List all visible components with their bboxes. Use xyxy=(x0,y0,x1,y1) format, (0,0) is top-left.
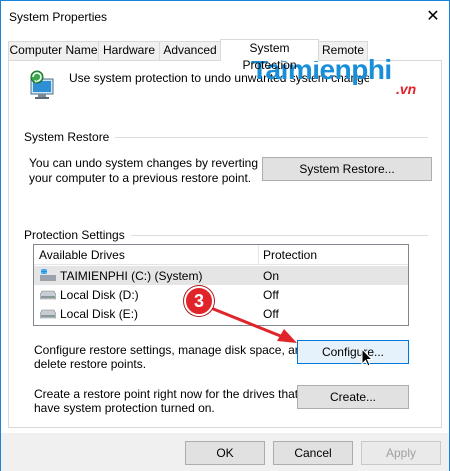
hard-drive-icon xyxy=(40,309,56,319)
configure-button[interactable]: Configure... xyxy=(297,340,409,364)
ok-button[interactable]: OK xyxy=(185,441,265,465)
step-badge: 3 xyxy=(184,286,214,316)
create-description-1: Create a restore point right now for the… xyxy=(34,387,299,401)
system-properties-window: System Properties ✕ Computer Name Hardwa… xyxy=(0,0,450,471)
tab-computer-name[interactable]: Computer Name xyxy=(8,41,99,60)
drive-protection: Off xyxy=(263,307,279,321)
hard-drive-icon xyxy=(40,290,56,300)
table-row[interactable]: TAIMIENPHI (C:) (System) On xyxy=(34,266,408,285)
tab-system-protection[interactable]: System Protection xyxy=(220,39,319,72)
create-button[interactable]: Create... xyxy=(297,385,409,409)
create-description-2: have system protection turned on. xyxy=(34,401,215,415)
system-restore-group: System Restore xyxy=(24,130,428,144)
table-row[interactable]: Local Disk (E:) Off xyxy=(34,304,408,323)
apply-button[interactable]: Apply xyxy=(361,441,441,465)
cancel-button[interactable]: Cancel xyxy=(273,441,353,465)
system-restore-label: System Restore xyxy=(24,130,116,144)
table-row[interactable]: Local Disk (D:) Off xyxy=(34,285,408,304)
configure-description-1: Configure restore settings, manage disk … xyxy=(34,343,309,357)
window-title: System Properties xyxy=(9,10,108,24)
drive-protection: Off xyxy=(263,288,279,302)
close-icon[interactable]: ✕ xyxy=(419,5,447,29)
system-restore-description-2: your computer to a previous restore poin… xyxy=(29,171,252,185)
system-restore-description-1: You can undo system changes by reverting xyxy=(29,156,259,170)
column-protection[interactable]: Protection xyxy=(263,248,317,262)
drives-table-header: Available Drives Protection xyxy=(34,245,408,265)
system-protection-icon xyxy=(30,70,54,99)
windows-drive-icon xyxy=(40,269,56,281)
drive-name: Local Disk (D:) xyxy=(60,288,139,302)
drives-table[interactable]: Available Drives Protection TAIMIENPHI (… xyxy=(33,244,409,326)
system-restore-button[interactable]: System Restore... xyxy=(262,157,432,181)
configure-description-2: delete restore points. xyxy=(34,357,147,371)
column-available-drives[interactable]: Available Drives xyxy=(39,248,125,262)
mouse-cursor-icon xyxy=(361,348,374,367)
tab-advanced[interactable]: Advanced xyxy=(159,41,221,60)
protection-settings-label: Protection Settings xyxy=(24,228,131,242)
drive-protection: On xyxy=(263,269,280,283)
watermark-logo-suffix: .vn xyxy=(396,81,417,97)
tab-hardware[interactable]: Hardware xyxy=(98,41,160,60)
protection-settings-group: Protection Settings xyxy=(24,228,428,242)
drive-name: Local Disk (E:) xyxy=(60,307,139,321)
title-bar[interactable]: System Properties ✕ xyxy=(1,1,449,33)
column-divider xyxy=(258,245,259,265)
drive-name: TAIMIENPHI (C:) (System) xyxy=(60,269,203,283)
